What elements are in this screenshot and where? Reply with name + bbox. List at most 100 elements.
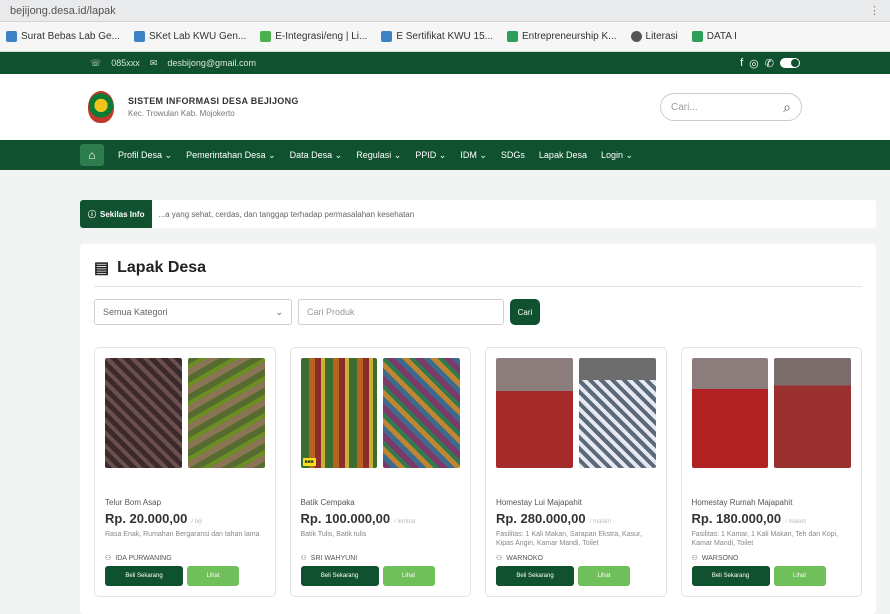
product-image[interactable]	[105, 358, 182, 468]
price-row: Rp. 100.000,00 / lembar	[301, 511, 461, 526]
info-label-text: Sekilas Info	[100, 209, 145, 219]
product-image[interactable]	[496, 358, 573, 468]
nav-ppid[interactable]: PPID ⌄	[415, 150, 446, 161]
product-images: ■■■	[300, 358, 460, 468]
user-icon: ⚇	[691, 555, 698, 562]
site-title: SISTEM INFORMASI DESA BEJIJONG	[128, 96, 299, 106]
info-ticker: ⓘ Sekilas Info ...a yang sehat, cerdas, …	[80, 200, 876, 228]
product-actions: Beli Sekarang Lihat	[105, 566, 239, 586]
menu-icon[interactable]: ⋮	[869, 4, 880, 17]
bookmark-item[interactable]: Surat Bebas Lab Ge...	[6, 31, 120, 42]
image-tag: ■■■	[302, 458, 316, 466]
product-name: Homestay Rumah Majapahit	[691, 498, 793, 507]
nav-regulasi[interactable]: Regulasi ⌄	[356, 150, 401, 161]
seller-name: WARNOKO	[506, 554, 543, 562]
user-icon: ⚇	[496, 555, 503, 562]
product-description: Fasilitas: 1 Kali Makan, Sarapan Ekstra,…	[496, 531, 642, 547]
product-image[interactable]	[774, 358, 851, 468]
url-text[interactable]: bejijong.desa.id/lapak	[10, 5, 116, 17]
bookmark-icon	[381, 31, 393, 42]
buy-now-button[interactable]: Beli Sekarang	[496, 566, 574, 586]
product-unit: / malam	[589, 519, 611, 525]
view-detail-button[interactable]: Lihat	[187, 566, 239, 586]
bookmark-icon	[260, 31, 272, 42]
nav-pemerintahan-desa[interactable]: Pemerintahan Desa ⌄	[186, 150, 276, 161]
product-description: Batik Tulis, Batik tulis	[300, 531, 367, 538]
product-image[interactable]	[383, 358, 460, 468]
bookmark-icon	[6, 31, 17, 42]
product-actions: Beli Sekarang Lihat	[300, 566, 435, 586]
site-brand: SISTEM INFORMASI DESA BEJIJONG Kec. Trow…	[128, 96, 299, 118]
chevron-down-icon: ⌄	[275, 306, 283, 317]
product-unit: / lembar	[394, 519, 416, 525]
email-text: desbijong@gmail.com	[167, 58, 257, 68]
bookmark-item[interactable]: DATA I	[691, 31, 737, 42]
buy-now-button[interactable]: Beli Sekarang	[105, 566, 183, 586]
bookmark-label: E-Integrasi/eng | Li...	[275, 31, 368, 42]
product-description: Rasa Enak, Rumahan Bergaransi dan tahan …	[105, 531, 260, 538]
product-filters: Semua Kategori ⌄ Cari Produk Cari	[94, 299, 862, 325]
product-card[interactable]: Homestay Rumah Majapahit Rp. 180.000,00 …	[680, 347, 862, 597]
site-search-input[interactable]: Cari... ⌕	[660, 93, 802, 121]
product-actions: Beli Sekarang Lihat	[691, 566, 826, 586]
bookmark-item[interactable]: E-Integrasi/eng | Li...	[260, 31, 367, 42]
seller-name: SRI WAHYUNI	[310, 554, 358, 562]
bookmark-item[interactable]: SKet Lab KWU Gen...	[133, 31, 246, 42]
seller-name: WARSONO	[701, 554, 739, 562]
main-nav: ⌂ Profil Desa ⌄ Pemerintahan Desa ⌄ Data…	[0, 140, 890, 170]
search-button[interactable]: Cari	[510, 299, 540, 325]
village-logo[interactable]	[88, 91, 114, 123]
product-images	[691, 358, 851, 468]
search-icon[interactable]: ⌕	[783, 99, 791, 116]
product-seller: ⚇ WARNOKO	[496, 554, 656, 563]
nav-data-desa[interactable]: Data Desa ⌄	[290, 150, 343, 161]
product-card[interactable]: Homestay Lui Majapahit Rp. 280.000,00 / …	[485, 347, 667, 597]
address-bar[interactable]: bejijong.desa.id/lapak ⋮	[0, 0, 890, 22]
buy-now-button[interactable]: Beli Sekarang	[300, 566, 379, 586]
nav-sdgs[interactable]: SDGs	[501, 150, 525, 160]
phone-icon: ☏	[90, 57, 102, 68]
product-seller: ⚇ WARSONO	[691, 554, 852, 563]
bookmark-icon	[507, 31, 519, 42]
product-price: Rp. 100.000,00	[300, 511, 391, 526]
bookmark-item[interactable]: Literasi	[630, 31, 678, 42]
view-detail-button[interactable]: Lihat	[578, 566, 630, 586]
facebook-icon[interactable]: f	[740, 57, 743, 69]
nav-lapak-desa[interactable]: Lapak Desa	[539, 150, 587, 160]
nav-idm[interactable]: IDM ⌄	[460, 150, 487, 161]
user-icon: ⚇	[300, 555, 307, 562]
bookmark-label: Entrepreneurship K...	[522, 31, 617, 42]
product-image[interactable]	[578, 358, 656, 468]
bookmark-item[interactable]: E Sertifikat KWU 15...	[381, 31, 493, 42]
product-seller: ⚇ IDA PURWANING	[105, 554, 265, 563]
view-detail-button[interactable]: Lihat	[773, 566, 826, 586]
product-image[interactable]	[187, 358, 265, 468]
product-price: Rp. 20.000,00	[105, 511, 188, 526]
site-header: SISTEM INFORMASI DESA BEJIJONG Kec. Trow…	[0, 74, 890, 140]
dark-mode-toggle[interactable]	[780, 58, 800, 68]
home-icon[interactable]: ⌂	[80, 144, 104, 166]
product-image[interactable]: ■■■	[300, 358, 378, 468]
nav-login[interactable]: Login ⌄	[601, 150, 633, 161]
product-grid: Telur Bom Asap Rp. 20.000,00 / biji Rasa…	[94, 347, 862, 597]
price-row: Rp. 180.000,00 / malam	[692, 511, 852, 526]
whatsapp-icon[interactable]: ✆	[765, 57, 774, 70]
bookmark-item[interactable]: Entrepreneurship K...	[507, 31, 617, 42]
product-image[interactable]	[691, 358, 769, 468]
category-select[interactable]: Semua Kategori ⌄	[94, 299, 292, 325]
product-name: Batik Cempaka	[300, 498, 355, 507]
bookmark-icon	[133, 31, 145, 42]
buy-now-button[interactable]: Beli Sekarang	[691, 566, 770, 586]
bookmark-label: E Sertifikat KWU 15...	[396, 31, 494, 42]
phone-text: 085xxx	[111, 58, 140, 68]
price-row: Rp. 20.000,00 / biji	[105, 511, 265, 526]
product-price: Rp. 280.000,00	[496, 511, 586, 526]
page-title: ▤ Lapak Desa	[94, 258, 862, 287]
top-contact-bar: ☏ 085xxx ✉ desbijong@gmail.com f ◎ ✆	[0, 52, 890, 74]
product-card[interactable]: Telur Bom Asap Rp. 20.000,00 / biji Rasa…	[94, 347, 276, 597]
nav-profil-desa[interactable]: Profil Desa ⌄	[118, 150, 172, 161]
product-card[interactable]: ■■■ Batik Cempaka Rp. 100.000,00 / lemba…	[289, 347, 471, 597]
instagram-icon[interactable]: ◎	[749, 57, 759, 70]
view-detail-button[interactable]: Lihat	[382, 566, 435, 586]
product-search-input[interactable]: Cari Produk	[298, 299, 504, 325]
